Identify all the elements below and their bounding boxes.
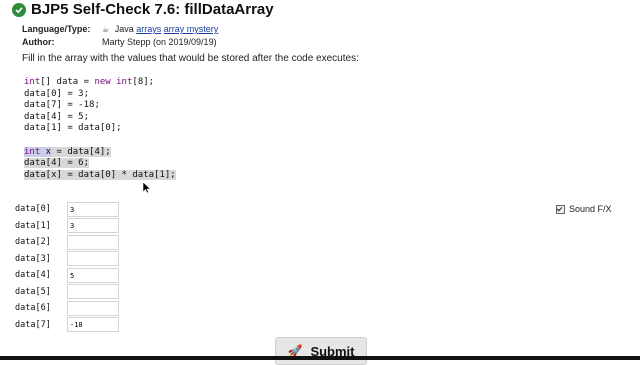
code-line-highlighted: data[4] = 6; <box>24 158 90 169</box>
data-1-input[interactable]: 3 <box>67 218 119 234</box>
code-line: data[4] = 5; <box>24 111 90 122</box>
field-row: data[6] <box>15 300 119 317</box>
field-label: data[1] <box>15 220 51 231</box>
code-line-highlighted: int x = data[4]; <box>24 146 111 157</box>
language-name: Java <box>114 24 134 34</box>
field-label: data[3] <box>15 253 51 264</box>
field-row: data[1] 3 <box>15 218 119 235</box>
sound-label: Sound F/X <box>569 204 612 214</box>
code-line: data[1] = data[0]; <box>24 123 122 134</box>
field-row: data[4] 5 <box>15 267 119 284</box>
data-0-input[interactable]: 3 <box>67 201 119 217</box>
field-label: data[5] <box>15 286 51 297</box>
field-label: data[0] <box>15 204 51 215</box>
author-value: Marty Stepp (on 2019/09/19) <box>102 37 217 47</box>
data-7-input[interactable]: -18 <box>67 317 119 333</box>
array-input-fields: data[0] 3 data[1] 3 data[2] data[3] data… <box>15 201 119 333</box>
submit-button[interactable]: 🚀 Submit <box>275 337 367 365</box>
field-row: data[2] <box>15 234 119 251</box>
field-label: data[7] <box>15 319 51 330</box>
language-label: Language/Type: <box>22 24 91 34</box>
code-line: data[7] = -18; <box>24 100 100 111</box>
instructions: Fill in the array with the values that w… <box>22 53 359 64</box>
mouse-cursor-icon <box>143 182 151 194</box>
code-block: int[] data = new int[8]; data[0] = 3; da… <box>24 77 176 181</box>
field-label: data[4] <box>15 270 51 281</box>
field-row: data[0] 3 <box>15 201 119 218</box>
java-icon: ☕ <box>102 25 110 34</box>
title-row: BJP5 Self-Check 7.6: fillDataArray <box>12 1 274 18</box>
data-6-input[interactable] <box>67 300 119 316</box>
data-5-input[interactable] <box>67 284 119 300</box>
problem-meta: Language/Type: ☕ Java arrays array myste… <box>22 23 218 48</box>
tag-arrays-link[interactable]: arrays <box>136 24 161 34</box>
field-label: data[2] <box>15 237 51 248</box>
data-4-input[interactable]: 5 <box>67 267 119 283</box>
field-row: data[5] <box>15 284 119 301</box>
check-circle-icon <box>12 2 26 17</box>
author-label: Author: <box>22 37 55 47</box>
code-line: int[] data = new int[8]; <box>24 77 155 87</box>
field-row: data[3] <box>15 251 119 268</box>
bottom-bar <box>0 356 640 360</box>
field-label: data[6] <box>15 303 51 314</box>
tag-array-mystery-link[interactable]: array mystery <box>164 24 219 34</box>
field-row: data[7] -18 <box>15 317 119 334</box>
data-3-input[interactable] <box>67 251 119 267</box>
code-line-highlighted: data[x] = data[0] * data[1]; <box>24 169 176 180</box>
sound-checkbox[interactable] <box>556 204 565 214</box>
sound-toggle[interactable]: Sound F/X <box>556 204 612 214</box>
code-line: data[0] = 3; <box>24 88 90 99</box>
page-title: BJP5 Self-Check 7.6: fillDataArray <box>31 1 274 18</box>
language-value: ☕ Java arrays array mystery <box>102 23 218 36</box>
data-2-input[interactable] <box>67 234 119 250</box>
